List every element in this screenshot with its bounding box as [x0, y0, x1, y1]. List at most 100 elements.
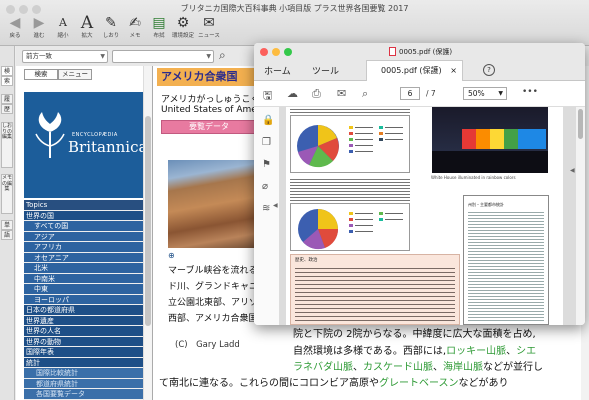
- collapse-left-icon[interactable]: ◀: [273, 202, 278, 209]
- menu-tools[interactable]: ツール: [312, 64, 339, 77]
- tab-bookmark-edit[interactable]: しおりの編集: [1, 122, 13, 168]
- zoom-value: 50%: [468, 89, 485, 98]
- zoom-photo-icon[interactable]: ⊕: [168, 251, 175, 260]
- email-icon[interactable]: ✉: [337, 87, 346, 100]
- highlight-icon: ▤: [152, 15, 166, 31]
- attachment-icon[interactable]: ⌀: [262, 181, 268, 192]
- sidebar-nav-item[interactable]: 統計: [24, 357, 143, 368]
- page-number-input[interactable]: 6: [400, 87, 420, 100]
- sidebar-nav-item[interactable]: 国際年表: [24, 347, 143, 358]
- pdf-scrollbar[interactable]: [576, 107, 585, 325]
- body-line: 院と下院の 2院からなる。中緯度に広大な面積を占め,: [293, 329, 536, 340]
- sidebar-nav-item[interactable]: 世界の人名: [24, 326, 143, 337]
- highlight-button[interactable]: ▤ 布拭: [146, 14, 172, 44]
- pdf-tab-title: 0005.pdf (保護): [381, 66, 442, 75]
- memo-label: メモ: [129, 33, 141, 39]
- tab-memo-edit[interactable]: メモの編集: [1, 174, 13, 214]
- pdf-document-tab[interactable]: 0005.pdf (保護) ×: [366, 60, 463, 81]
- tab-word-1[interactable]: 単: [1, 220, 13, 230]
- link-rocky-mountains[interactable]: ロッキー山脈: [446, 346, 506, 357]
- close-icon[interactable]: ×: [450, 61, 457, 81]
- sidebar-nav-item[interactable]: すべての国: [24, 221, 143, 232]
- sidebar-nav-item[interactable]: ヨーロッパ: [24, 294, 143, 305]
- magnifier-icon[interactable]: ⌕: [219, 48, 226, 63]
- news-button[interactable]: ✉ ニュース: [196, 14, 222, 44]
- segment-menu[interactable]: メニュー: [58, 69, 92, 80]
- pie-chart-panel: [290, 115, 410, 173]
- link-coast-ranges[interactable]: 海岸山脈: [443, 362, 483, 373]
- collapse-right-icon[interactable]: ◀: [570, 167, 575, 174]
- scroll-thumb[interactable]: [578, 109, 583, 139]
- link-sierra[interactable]: シエ: [516, 346, 536, 357]
- link-great-basin[interactable]: グレートベースン: [379, 378, 459, 389]
- sidebar-nav-item[interactable]: 世界遺産: [24, 315, 143, 326]
- memo-button[interactable]: ✍ メモ: [122, 14, 148, 44]
- data-sheet-button[interactable]: 要覧データ: [161, 120, 257, 134]
- tab-history-1[interactable]: 履: [1, 94, 13, 104]
- pdf-page-viewport[interactable]: White House illuminated in rainbow color…: [280, 107, 576, 325]
- pdf-zoom-button[interactable]: [284, 48, 292, 56]
- tab-search-2[interactable]: 索: [1, 76, 13, 86]
- pdf-page: White House illuminated in rainbow color…: [286, 107, 563, 325]
- menu-home[interactable]: ホーム: [264, 64, 291, 77]
- zoom-select[interactable]: 50% ▼: [463, 87, 507, 100]
- pdf-close-button[interactable]: [260, 48, 268, 56]
- sidebar-nav-item[interactable]: アフリカ: [24, 242, 143, 253]
- pdf-minimize-button[interactable]: [272, 48, 280, 56]
- caption-line: ド川、グランドキャニ: [168, 282, 259, 292]
- search-input[interactable]: ▼: [112, 50, 214, 63]
- forward-button[interactable]: ▶ 進む: [26, 14, 52, 44]
- bookmark-button[interactable]: ✎ しおり: [98, 14, 124, 44]
- sidebar-nav-item[interactable]: 国際比較統計: [24, 368, 143, 379]
- sidebar-nav-item[interactable]: 都道府県統計: [24, 378, 143, 389]
- sidebar-scrollbar[interactable]: [143, 66, 152, 400]
- rainbow-band: [518, 129, 546, 149]
- sidebar-nav-item[interactable]: アジア: [24, 231, 143, 242]
- pages-icon[interactable]: ❐: [262, 137, 271, 148]
- back-label: 戻る: [9, 33, 21, 39]
- more-tools-icon[interactable]: •••: [522, 87, 538, 97]
- sidebar-nav-item[interactable]: 中南米: [24, 273, 143, 284]
- sidebar-nav-item[interactable]: 日本の都道府県: [24, 305, 143, 316]
- canyon-photo[interactable]: [168, 160, 263, 248]
- tab-word-2[interactable]: 語: [1, 230, 13, 240]
- save-icon[interactable]: 🖫: [263, 87, 272, 106]
- search-mode-select[interactable]: 前方一致 ▼: [22, 50, 108, 63]
- sidebar-nav-item[interactable]: 世界の動物: [24, 336, 143, 347]
- bookmark-icon[interactable]: ⚑: [262, 159, 271, 170]
- bookmark-label: しおり: [102, 33, 120, 39]
- notes-header: 歴史、政治: [295, 258, 318, 263]
- lock-icon[interactable]: 🔒: [262, 115, 274, 126]
- print-icon[interactable]: ⎙: [312, 87, 321, 101]
- forward-arrow-icon: ▶: [33, 15, 45, 31]
- link-cascade-range[interactable]: カスケード山脈: [363, 362, 433, 373]
- scroll-thumb[interactable]: [145, 116, 151, 326]
- sidebar-nav-item[interactable]: 世界の国: [24, 210, 143, 221]
- link-sierra-nevada[interactable]: ラネバダ山脈: [293, 362, 353, 373]
- preferences-button[interactable]: ⚙ 環境設定: [170, 14, 196, 44]
- help-icon[interactable]: ?: [483, 64, 495, 76]
- sidebar-nav-item[interactable]: 北米: [24, 263, 143, 274]
- search-icon[interactable]: ⌕: [362, 87, 368, 101]
- caption-line: マーブル峡谷を流れる: [168, 266, 258, 276]
- chevron-down-icon: ▼: [498, 90, 503, 97]
- body-text: て南北に連なる。これらの間にコロンビア高原や: [159, 378, 379, 389]
- caption-line: 西部、アメリカ合衆国: [168, 314, 258, 324]
- tab-search-1[interactable]: 検: [1, 66, 13, 76]
- font-smaller-button[interactable]: A 縮小: [50, 14, 76, 44]
- body-line: ラネバダ山脈、カスケード山脈、海岸山脈などが並行し: [293, 362, 543, 373]
- font-larger-button[interactable]: A 拡大: [74, 14, 100, 44]
- sidebar-nav-item[interactable]: Topics: [24, 200, 143, 211]
- segment-search[interactable]: 検索: [24, 69, 58, 80]
- thistle-icon: [35, 112, 65, 158]
- sidebar-nav-item[interactable]: 各国要覧データ: [24, 389, 143, 400]
- layers-icon[interactable]: ≋: [262, 203, 270, 214]
- body-line: 自然環境は多様である。西部には,ロッキー山脈、シエ: [293, 346, 537, 357]
- font-smaller-icon: A: [59, 16, 67, 29]
- back-button[interactable]: ◀ 戻る: [2, 14, 28, 44]
- sidebar-nav-item[interactable]: オセアニア: [24, 252, 143, 263]
- sidebar-nav-item[interactable]: 中東: [24, 284, 143, 295]
- upload-cloud-icon[interactable]: ☁: [287, 87, 298, 100]
- page-total: / 7: [426, 89, 436, 98]
- tab-history-2[interactable]: 歴: [1, 104, 13, 114]
